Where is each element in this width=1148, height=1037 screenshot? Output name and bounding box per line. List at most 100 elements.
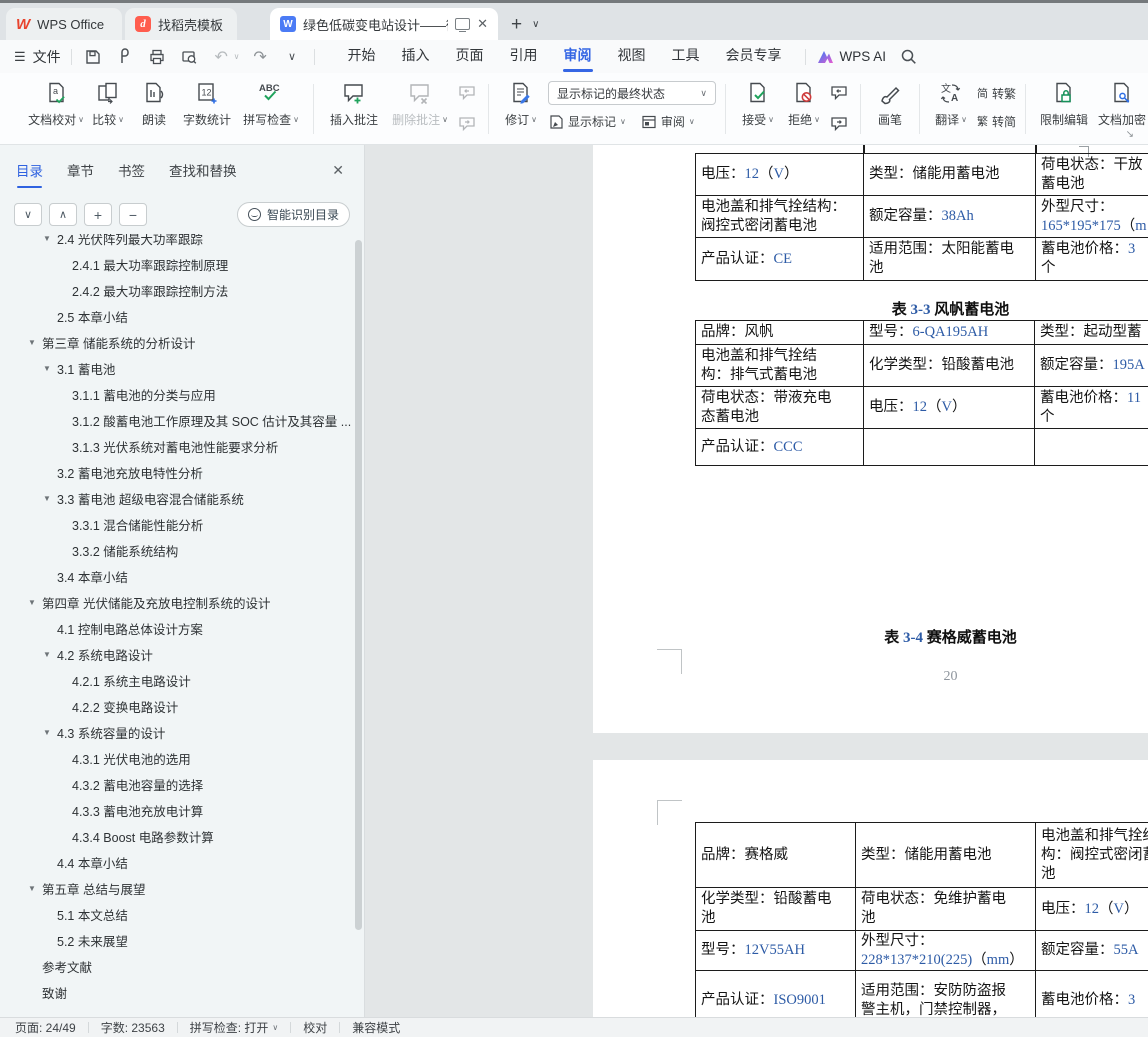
toc-item[interactable]: 3.1.1 蓄电池的分类与应用 — [0, 381, 352, 407]
toc-item[interactable]: ▼ 第三章 储能系统的分析设计 — [0, 329, 352, 355]
toc-item[interactable]: 参考文献 — [0, 953, 352, 979]
menu-tab-开始[interactable]: 开始 — [335, 40, 389, 73]
translate-button[interactable]: 文A 翻译 — [929, 81, 973, 128]
show-markup-button[interactable]: 显示标记 — [548, 113, 626, 130]
zoom-out-button[interactable]: − — [119, 203, 147, 226]
toc-item[interactable]: 3.4 本章小结 — [0, 563, 352, 589]
review-pane-button[interactable]: 审阅 — [641, 113, 695, 130]
insert-comment-button[interactable]: 插入批注 — [323, 81, 385, 128]
toc-item[interactable]: 5.1 本文总结 — [0, 901, 352, 927]
caret-down-icon[interactable]: ▼ — [28, 338, 42, 347]
encrypt-button[interactable]: 文档加密 — [1093, 81, 1148, 128]
toc-item[interactable]: 3.1.2 酸蓄电池工作原理及其 SOC 估计及其容量 ... — [0, 407, 352, 433]
toc-item[interactable]: 4.2.2 变换电路设计 — [0, 693, 352, 719]
toc-item[interactable]: 3.1.3 光伏系统对蓄电池性能要求分析 — [0, 433, 352, 459]
previous-revision-icon[interactable] — [829, 84, 849, 106]
close-tab-icon[interactable]: ✕ — [477, 16, 488, 32]
redo-icon[interactable]: ↷ — [249, 45, 272, 68]
next-comment-icon[interactable] — [457, 115, 477, 137]
previous-comment-icon[interactable] — [457, 84, 477, 106]
new-tab-button[interactable]: + — [511, 10, 522, 40]
toc-item[interactable]: 4.3.4 Boost 电路参数计算 — [0, 823, 352, 849]
markup-state-select[interactable]: 显示标记的最终状态 — [548, 81, 716, 105]
toc-item[interactable]: ▼ 第四章 光伏储能及充放电控制系统的设计 — [0, 589, 352, 615]
reject-button[interactable]: 拒绝 — [781, 81, 827, 128]
menu-tab-页面[interactable]: 页面 — [443, 40, 497, 73]
status-word-count[interactable]: 字数: 23563 — [101, 1019, 165, 1036]
toc-item[interactable]: ▼ 3.1 蓄电池 — [0, 355, 352, 381]
undo-button[interactable]: ↶ ∨ — [210, 45, 240, 68]
doc-proof-button[interactable]: a 文档校对 — [28, 81, 84, 128]
zoom-in-button[interactable]: + — [84, 203, 112, 226]
sidebar-tab-书签[interactable]: 书签 — [118, 160, 145, 188]
toc-item[interactable]: 2.5 本章小结 — [0, 303, 352, 329]
export-pdf-icon[interactable] — [114, 45, 137, 68]
print-icon[interactable] — [146, 45, 169, 68]
toc-item[interactable]: 2.4.2 最大功率跟踪控制方法 — [0, 277, 352, 303]
to-traditional-button[interactable]: 简 转繁 — [977, 85, 1016, 102]
status-spell-check[interactable]: 拼写检查: 打开 — [190, 1019, 269, 1036]
tab-list-chevron-down-icon[interactable]: ∨ — [532, 10, 539, 40]
menu-tab-引用[interactable]: 引用 — [497, 40, 551, 73]
menu-tab-插入[interactable]: 插入 — [389, 40, 443, 73]
caret-down-icon[interactable]: ▼ — [43, 494, 57, 503]
toc-item[interactable]: 3.3.1 混合储能性能分析 — [0, 511, 352, 537]
toc-item[interactable]: 3.2 蓄电池充放电特性分析 — [0, 459, 352, 485]
tab-document-active[interactable]: W 绿色低碳变电站设计——微型 ✕ — [270, 8, 498, 40]
toc-item[interactable]: 4.3.3 蓄电池充放电计算 — [0, 797, 352, 823]
caret-down-icon[interactable]: ▼ — [43, 234, 57, 243]
file-menu-button[interactable]: ☰ 文件 — [14, 47, 61, 67]
toc-item[interactable]: 4.3.2 蓄电池容量的选择 — [0, 771, 352, 797]
device-sync-icon[interactable] — [455, 18, 471, 32]
toc-item[interactable]: ▼ 3.3 蓄电池 超级电容混合储能系统 — [0, 485, 352, 511]
spell-chevron-down-icon[interactable]: ∨ — [272, 1023, 278, 1032]
toc-item[interactable]: 致谢 — [0, 979, 352, 1005]
sidebar-tab-章节[interactable]: 章节 — [67, 160, 94, 188]
menu-tab-会员专享[interactable]: 会员专享 — [713, 40, 795, 73]
spell-check-button[interactable]: ABC 拼写检查 — [238, 81, 304, 128]
toolbar-chevron-down-icon[interactable]: ∨ — [281, 45, 304, 68]
tab-docer-templates[interactable]: d 找稻壳模板 — [125, 8, 237, 40]
menu-tab-视图[interactable]: 视图 — [605, 40, 659, 73]
toc-item[interactable]: 4.1 控制电路总体设计方案 — [0, 615, 352, 641]
expand-all-button[interactable]: ∧ — [49, 203, 77, 226]
sidebar-close-icon[interactable]: ✕ — [332, 162, 344, 179]
save-icon[interactable] — [82, 45, 105, 68]
status-proofread[interactable]: 校对 — [303, 1019, 327, 1036]
caret-down-icon[interactable]: ▼ — [43, 650, 57, 659]
document-canvas[interactable]: 电压：12（V） 类型：储能用蓄电池 荷电状态：干放 蓄电池 电池盖和排气拴结构： 阀控式… — [366, 145, 1148, 1017]
sidebar-tab-目录[interactable]: 目录 — [16, 160, 43, 188]
toc-item[interactable]: ▼ 4.2 系统电路设计 — [0, 641, 352, 667]
tab-wps-home[interactable]: W WPS Office — [6, 8, 122, 40]
caret-down-icon[interactable]: ▼ — [28, 598, 42, 607]
smart-toc-button[interactable]: 智能识别目录 — [236, 202, 350, 227]
toc-item[interactable]: 4.3.1 光伏电池的选用 — [0, 745, 352, 771]
toc-item[interactable]: ▼ 第五章 总结与展望 — [0, 875, 352, 901]
undo-chevron-down-icon[interactable]: ∨ — [234, 52, 240, 61]
caret-down-icon[interactable]: ▼ — [43, 364, 57, 373]
caret-down-icon[interactable]: ▼ — [43, 728, 57, 737]
to-simplified-button[interactable]: 繁 转简 — [977, 113, 1016, 130]
search-icon[interactable] — [900, 48, 917, 65]
word-count-button[interactable]: 12 字数统计 — [176, 81, 238, 128]
ribbon-expand-icon[interactable]: ↘ — [1126, 129, 1134, 140]
print-preview-icon[interactable] — [178, 45, 201, 68]
compare-button[interactable]: 比较 — [84, 81, 132, 128]
toc-item[interactable]: 3.3.2 储能系统结构 — [0, 537, 352, 563]
track-changes-button[interactable]: 修订 — [498, 81, 544, 128]
toc-item[interactable]: ▼ 4.3 系统容量的设计 — [0, 719, 352, 745]
delete-comment-button[interactable]: 删除批注 — [385, 81, 455, 128]
accept-button[interactable]: 接受 — [735, 81, 781, 128]
toc-item[interactable]: 5.2 未来展望 — [0, 927, 352, 953]
pen-button[interactable]: 画笔 — [870, 81, 910, 128]
collapse-all-button[interactable]: ∨ — [14, 203, 42, 226]
sidebar-scrollbar[interactable] — [355, 240, 362, 930]
caret-down-icon[interactable]: ▼ — [28, 884, 42, 893]
restrict-edit-button[interactable]: 限制编辑 — [1035, 81, 1093, 128]
read-aloud-button[interactable]: 朗读 — [132, 81, 176, 128]
next-revision-icon[interactable] — [829, 115, 849, 137]
wps-ai-label[interactable]: WPS AI — [840, 49, 887, 64]
status-page[interactable]: 页面: 24/49 — [15, 1019, 76, 1036]
toc-item[interactable]: 4.4 本章小结 — [0, 849, 352, 875]
sidebar-tab-查找和替换[interactable]: 查找和替换 — [169, 160, 237, 188]
